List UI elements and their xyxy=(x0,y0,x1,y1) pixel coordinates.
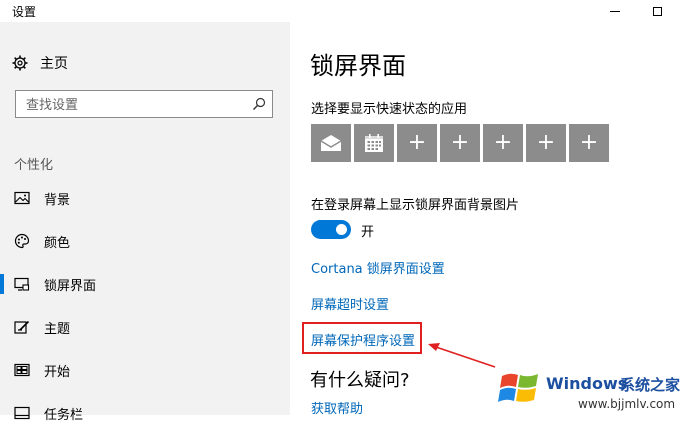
watermark-brand: Windows xyxy=(546,374,628,393)
cortana-lockscreen-link[interactable]: Cortana 锁屏界面设置 xyxy=(311,258,445,277)
quick-status-tile-add[interactable]: + xyxy=(440,124,480,162)
maximize-button[interactable] xyxy=(634,0,680,22)
help-title: 有什么疑问? xyxy=(310,370,410,391)
toggle-knob xyxy=(336,224,347,235)
sidebar-item-home[interactable]: 主页 xyxy=(12,52,68,74)
window-title: 设置 xyxy=(12,5,37,19)
picture-icon xyxy=(14,191,30,205)
watermark-url: www.bjjmlv.com xyxy=(578,397,676,411)
sidebar-item-background[interactable]: 背景 xyxy=(0,183,290,213)
quick-status-tile-add[interactable]: + xyxy=(526,124,566,162)
quick-status-tile-add[interactable]: + xyxy=(569,124,609,162)
calendar-icon xyxy=(365,134,383,152)
screensaver-settings-link[interactable]: 屏幕保护程序设置 xyxy=(311,330,415,349)
active-indicator xyxy=(0,274,4,294)
plus-icon: + xyxy=(579,130,599,155)
page-title: 锁屏界面 xyxy=(310,52,406,80)
section-label-personalization: 个性化 xyxy=(14,158,54,173)
minimize-icon xyxy=(610,10,620,12)
plus-icon: + xyxy=(536,130,556,155)
lockscreen-icon xyxy=(14,277,30,291)
sidebar-item-label: 主题 xyxy=(44,322,71,337)
sidebar-item-start[interactable]: 开始 xyxy=(0,355,290,385)
taskbar-icon xyxy=(14,406,30,420)
windows-logo-icon xyxy=(498,373,538,402)
signin-background-toggle[interactable] xyxy=(311,220,351,239)
start-icon xyxy=(14,363,30,377)
sidebar-item-label: 颜色 xyxy=(44,236,71,251)
gear-icon xyxy=(12,55,28,71)
plus-icon: + xyxy=(407,130,427,155)
search-box[interactable] xyxy=(15,90,273,118)
quick-status-tile-add[interactable]: + xyxy=(397,124,437,162)
sidebar-item-colors[interactable]: 颜色 xyxy=(0,226,290,256)
toggle-state-label: 开 xyxy=(361,225,375,240)
mail-icon xyxy=(320,135,342,151)
search-input[interactable] xyxy=(24,95,248,115)
search-icon[interactable] xyxy=(252,97,266,111)
plus-icon: + xyxy=(450,130,470,155)
sidebar-item-label: 背景 xyxy=(44,193,71,208)
annotation-arrow xyxy=(428,343,496,368)
quick-status-label: 选择要显示快速状态的应用 xyxy=(311,102,468,117)
sidebar-item-themes[interactable]: 主题 xyxy=(0,312,290,342)
quick-status-tile-mail[interactable] xyxy=(311,124,351,162)
quick-status-tile-calendar[interactable] xyxy=(354,124,394,162)
minimize-button[interactable] xyxy=(592,0,638,22)
signin-background-label: 在登录屏幕上显示锁屏界面背景图片 xyxy=(311,198,520,213)
palette-icon xyxy=(14,233,30,249)
quick-status-tile-add[interactable]: + xyxy=(483,124,523,162)
sidebar-item-home-label: 主页 xyxy=(40,56,68,72)
sidebar-item-label: 开始 xyxy=(44,365,71,380)
watermark: Windows 系统之家 www.bjjmlv.com xyxy=(496,364,684,415)
sidebar: 主页 个性化 背景 颜色 锁屏界面 xyxy=(0,22,290,423)
sidebar-item-lockscreen[interactable]: 锁屏界面 xyxy=(0,269,290,299)
theme-icon xyxy=(14,320,30,334)
watermark-site-name: 系统之家 xyxy=(620,376,681,394)
maximize-icon xyxy=(652,6,662,16)
quick-status-tiles: + + + + + xyxy=(311,124,612,162)
title-bar: 设置 xyxy=(0,0,684,22)
sidebar-item-label: 任务栏 xyxy=(44,408,84,423)
screen-timeout-link[interactable]: 屏幕超时设置 xyxy=(311,294,389,313)
sidebar-item-label: 锁屏界面 xyxy=(44,279,97,294)
sidebar-item-taskbar[interactable]: 任务栏 xyxy=(0,398,290,428)
plus-icon: + xyxy=(493,130,513,155)
get-help-link[interactable]: 获取帮助 xyxy=(311,398,363,417)
